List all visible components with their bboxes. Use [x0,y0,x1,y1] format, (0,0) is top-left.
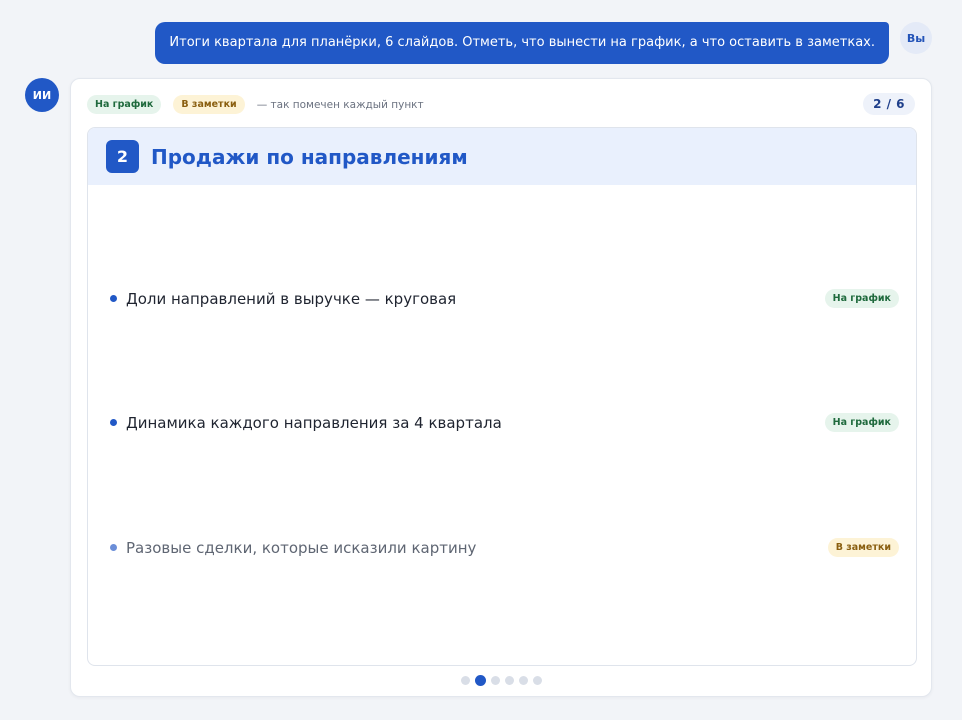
slide-pagination [461,675,542,686]
user-message-row: Итоги квартала для планёрки, 6 слайдов. … [155,22,932,64]
assistant-avatar: ИИ [25,78,59,112]
bullet-dot [110,544,117,551]
slide-title: Продажи по направлениям [151,144,468,169]
slide-preview: 2 Продажи по направлениям Доли направлен… [87,127,917,666]
bullet-text: Динамика каждого направления за 4 кварта… [126,413,502,432]
legend-notes-tag: В заметки [173,95,245,114]
page-dot-2-active[interactable] [475,675,486,686]
slide-number-badge: 2 [106,140,139,173]
bullet-text: Доли направлений в выручке — круговая [126,289,457,308]
legend-description: — так помечен каждый пункт [256,98,424,111]
slide-header: 2 Продажи по направлениям [88,128,916,185]
bullet-text: Разовые сделки, которые исказили картину [126,538,477,557]
bullet-dot [110,295,117,302]
slide-bullet: Динамика каждого направления за 4 кварта… [110,413,899,432]
page-dot-1[interactable] [461,676,470,685]
tag-legend: На график В заметки — так помечен каждый… [87,95,424,114]
page-dot-4[interactable] [505,676,514,685]
page-dot-5[interactable] [519,676,528,685]
notes-tag: В заметки [827,538,899,557]
page-dot-6[interactable] [533,676,542,685]
page-dot-3[interactable] [491,676,500,685]
chart-tag: На график [824,289,899,308]
slide-bullet: Разовые сделки, которые исказили картину… [110,538,899,557]
slide-bullet: Доли направлений в выручке — круговая На… [110,289,899,308]
legend-chart-tag: На график [87,95,162,114]
slide-counter: 2 / 6 [863,93,915,115]
user-avatar: Вы [900,22,932,54]
assistant-message-card: На график В заметки — так помечен каждый… [70,78,932,697]
chart-tag: На график [824,413,899,432]
user-message-bubble: Итоги квартала для планёрки, 6 слайдов. … [155,22,889,64]
bullet-dot [110,419,117,426]
